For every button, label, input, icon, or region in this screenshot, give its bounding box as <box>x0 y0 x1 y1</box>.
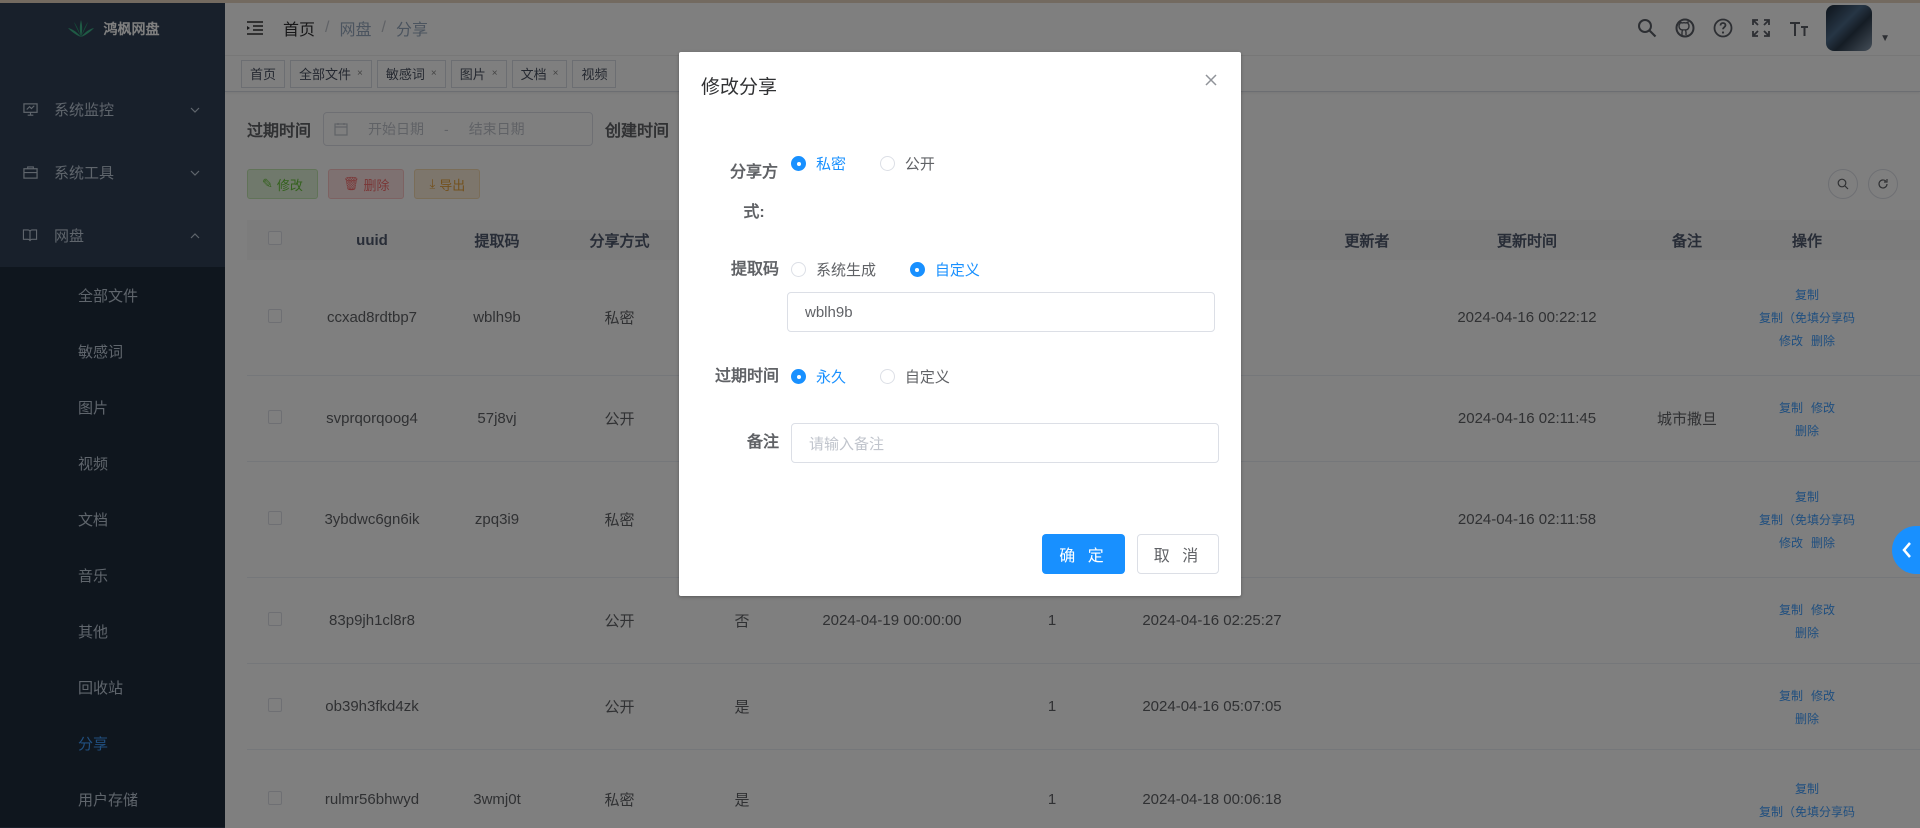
radio-label: 系统生成 <box>816 262 877 279</box>
radio-label: 自定义 <box>904 369 950 386</box>
radio-dot <box>909 262 925 277</box>
radio-expire-custom[interactable]: 自定义 <box>879 366 950 387</box>
radio-label: 自定义 <box>934 262 980 279</box>
remark-input[interactable]: 请输入备注 <box>791 423 1219 463</box>
chevron-left-icon <box>1902 542 1911 558</box>
dialog-title: 修改分享 <box>701 77 778 98</box>
share-mode-label-text: 分享方式: <box>729 164 778 221</box>
form-row-share-mode: 分享方式: 私密 公开 <box>679 153 1241 233</box>
radio-label: 永久 <box>816 369 847 386</box>
cancel-button[interactable]: 取 消 <box>1137 534 1219 574</box>
remark-label: 备注 <box>746 434 779 451</box>
form-row-remark: 备注 请输入备注 <box>679 423 1241 463</box>
radio-code-system[interactable]: 系统生成 <box>791 259 876 280</box>
radio-label: 私密 <box>816 156 847 173</box>
radio-share-private[interactable]: 私密 <box>791 153 846 174</box>
close-icon[interactable] <box>1203 72 1219 88</box>
form-row-expire: 过期时间 永久 自定义 <box>679 366 1241 388</box>
radio-share-public[interactable]: 公开 <box>879 153 935 174</box>
radio-dot <box>879 369 895 384</box>
code-input[interactable]: wblh9b <box>787 292 1215 332</box>
radio-label: 公开 <box>904 156 935 173</box>
radio-dot <box>791 369 806 384</box>
expire-label: 过期时间 <box>714 368 779 385</box>
share-mode-label: 分享方式: <box>679 153 791 233</box>
radio-expire-forever[interactable]: 永久 <box>791 366 846 387</box>
form-row-code: 提取码 系统生成 自定义 wblh9b <box>679 259 1241 332</box>
edit-share-dialog: 修改分享 分享方式: 私密 公开 提取码 系统生成 自定义 wblh9b 过期时… <box>679 52 1241 596</box>
radio-code-custom[interactable]: 自定义 <box>909 259 980 280</box>
radio-dot <box>879 156 895 171</box>
code-label: 提取码 <box>730 261 779 278</box>
confirm-button[interactable]: 确 定 <box>1042 534 1125 574</box>
radio-dot <box>791 262 806 277</box>
radio-dot <box>791 156 806 171</box>
